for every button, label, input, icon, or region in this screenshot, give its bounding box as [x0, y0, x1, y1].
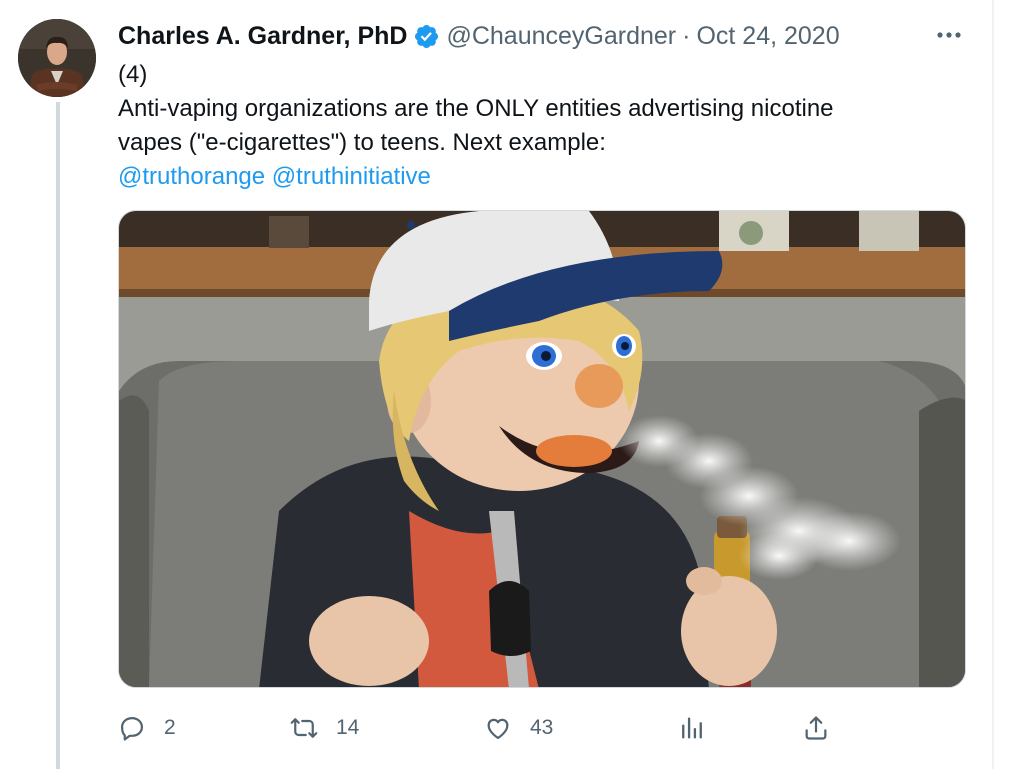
mention-link[interactable]: @truthinitiative	[272, 163, 431, 190]
author-display-name[interactable]: Charles A. Gardner, PhD	[118, 22, 407, 51]
header-separator: ·	[682, 21, 691, 50]
retweet-icon	[290, 718, 318, 738]
views-button[interactable]	[678, 708, 706, 748]
share-button[interactable]	[802, 708, 830, 748]
tweet-actions: 2 14 43	[118, 708, 838, 748]
tweet-media-image[interactable]	[118, 210, 966, 688]
retweet-count: 14	[336, 716, 360, 739]
tweet-text-line: (4)	[118, 61, 148, 88]
mentions-line: @truthorange @truthinitiative	[118, 160, 968, 194]
tweet-text-line: Anti-vaping organizations are the ONLY e…	[118, 95, 834, 122]
tweet-text: (4) Anti-vaping organizations are the ON…	[118, 58, 968, 194]
reply-count: 2	[164, 716, 176, 739]
reply-icon	[120, 716, 144, 741]
tweet-date[interactable]: Oct 24, 2020	[696, 22, 839, 51]
mention-link[interactable]: @truthorange	[118, 163, 265, 190]
tweet-header: Charles A. Gardner, PhD @ChaunceyGardner…	[118, 18, 840, 54]
more-icon	[937, 32, 961, 38]
analytics-icon	[682, 717, 702, 739]
avatar[interactable]	[18, 19, 96, 97]
like-button[interactable]: 43	[484, 708, 553, 748]
like-count: 43	[530, 716, 554, 739]
author-handle[interactable]: @ChaunceyGardner	[446, 22, 676, 51]
retweet-button[interactable]: 14	[290, 708, 359, 748]
tweet-text-line: vapes ("e-cigarettes") to teens. Next ex…	[118, 129, 606, 156]
share-icon	[805, 716, 827, 740]
avatar-image	[18, 19, 96, 97]
thread-line	[56, 102, 60, 769]
heart-icon	[487, 718, 509, 740]
timeline-border	[992, 0, 994, 769]
reply-button[interactable]: 2	[118, 708, 176, 748]
more-options-button[interactable]	[932, 20, 966, 50]
tweet[interactable]: Charles A. Gardner, PhD @ChaunceyGardner…	[0, 0, 1024, 769]
puppet-vaping-photo	[119, 211, 965, 687]
verified-badge-icon	[413, 23, 440, 50]
